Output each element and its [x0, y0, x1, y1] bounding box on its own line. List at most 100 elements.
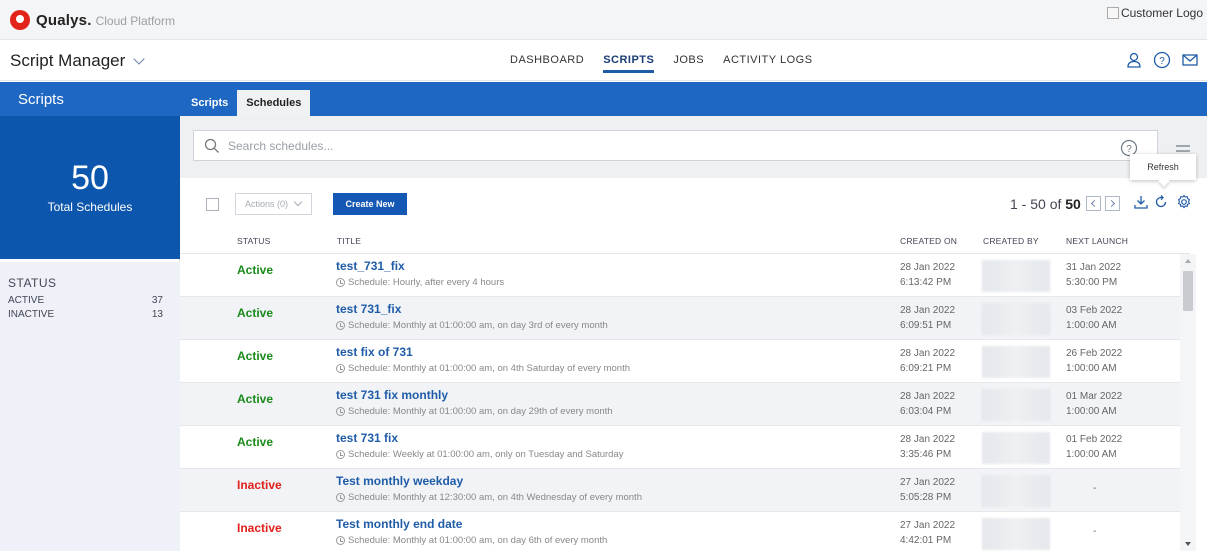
schedule-title-link[interactable]: Test monthly weekday	[336, 474, 463, 488]
module-navbar: Script Manager DASHBOARD SCRIPTS JOBS AC…	[0, 41, 1207, 81]
next-launch-date: 01 Feb 2022	[1066, 434, 1123, 445]
clock-icon	[336, 536, 345, 545]
created-on: 28 Jan 2022 6:13:42 PM	[900, 260, 955, 290]
next-launch: 01 Mar 2022 1:00:00 AM	[1066, 389, 1122, 419]
next-launch-date: -	[1093, 483, 1097, 494]
schedule-title-link[interactable]: Test monthly end date	[336, 517, 462, 531]
table-row[interactable]: Inactive Test monthly weekday Schedule: Mo…	[180, 469, 1180, 512]
created-time: 6:13:42 PM	[900, 277, 952, 288]
created-date: 28 Jan 2022	[900, 348, 956, 359]
created-by-redacted	[982, 475, 1050, 507]
created-date: 27 Jan 2022	[900, 520, 956, 531]
table-scrollbar[interactable]	[1180, 254, 1196, 551]
prev-page-button[interactable]	[1086, 196, 1101, 211]
schedule-text: Schedule: Monthly at 01:00:00 am, on 4th…	[348, 363, 631, 374]
total-schedules-card: 50 Total Schedules	[0, 116, 180, 259]
search-box	[193, 130, 1158, 161]
column-header-status[interactable]: STATUS	[237, 236, 270, 246]
download-icon[interactable]	[1133, 194, 1149, 210]
next-page-button[interactable]	[1105, 196, 1120, 211]
chevron-down-icon	[133, 52, 145, 65]
created-date: 28 Jan 2022	[900, 391, 956, 402]
app-name: Script Manager	[10, 51, 126, 70]
column-header-created-by[interactable]: CREATED BY	[983, 236, 1039, 246]
total-count: 50	[71, 159, 109, 197]
schedule-table-body: Active test_731_fix Schedule: Hourly, afte…	[180, 254, 1180, 551]
user-icon[interactable]	[1125, 51, 1143, 69]
broken-image-icon	[1106, 7, 1119, 19]
refresh-icon[interactable]	[1153, 194, 1169, 210]
actions-dropdown[interactable]: Actions (0)	[235, 193, 312, 215]
status-filter-label: INACTIVE	[8, 309, 55, 320]
select-all-checkbox[interactable]	[206, 198, 219, 211]
created-on: 27 Jan 2022 5:05:28 PM	[900, 475, 955, 505]
schedule-title-link[interactable]: test 731_fix	[336, 302, 401, 316]
created-on: 27 Jan 2022 4:42:01 PM	[900, 518, 955, 548]
next-launch-date: 31 Jan 2022	[1066, 262, 1122, 273]
main-content: ? Actions (0) Create New 1 - 50 of 50	[180, 116, 1207, 551]
table-row[interactable]: Active test 731 fix Schedule: Weekly at 01…	[180, 426, 1180, 469]
column-header-created-on[interactable]: CREATED ON	[900, 236, 957, 246]
created-by-redacted	[982, 303, 1050, 335]
table-row[interactable]: Inactive Test monthly end date Schedule: M…	[180, 512, 1180, 551]
next-launch-time: 1:00:00 AM	[1066, 320, 1117, 331]
created-time: 4:42:01 PM	[900, 535, 952, 546]
pager-range: 1 - 50 of	[1010, 196, 1062, 212]
mail-icon[interactable]	[1181, 51, 1199, 69]
search-input[interactable]	[228, 136, 928, 156]
tab-scripts[interactable]: Scripts	[182, 90, 237, 116]
table-row[interactable]: Active test 731_fix Schedule: Monthly at 0…	[180, 297, 1180, 340]
column-header-title[interactable]: TITLE	[337, 236, 361, 246]
next-launch-time: 1:00:00 AM	[1066, 363, 1117, 374]
status-filter-count: 37	[151, 295, 163, 306]
next-launch: 31 Jan 2022 5:30:00 PM	[1066, 260, 1121, 290]
nav-dashboard[interactable]: DASHBOARD	[510, 54, 584, 72]
next-launch-date: 01 Mar 2022	[1066, 391, 1123, 402]
scroll-down-arrow-icon[interactable]	[1185, 542, 1191, 546]
schedule-text: Schedule: Monthly at 01:00:00 am, on day…	[348, 406, 613, 417]
app-switcher[interactable]: Script Manager	[10, 51, 145, 71]
settings-gear-icon[interactable]	[1176, 194, 1192, 210]
nav-scripts[interactable]: SCRIPTS	[603, 54, 655, 73]
clock-icon	[336, 493, 345, 502]
column-header-next-launch[interactable]: NEXT LAUNCH	[1066, 236, 1128, 246]
customer-logo-alt: Customer Logo	[1120, 6, 1203, 20]
nav-jobs[interactable]: JOBS	[673, 54, 704, 72]
help-icon[interactable]: ?	[1153, 51, 1171, 69]
schedule-title-link[interactable]: test fix of 731	[336, 345, 413, 359]
schedule-title-link[interactable]: test 731 fix monthly	[336, 388, 448, 402]
tab-schedules[interactable]: Schedules	[237, 90, 311, 116]
status-filter-active[interactable]: ACTIVE 37	[8, 294, 163, 308]
chevron-down-icon	[293, 197, 303, 207]
created-time: 6:03:04 PM	[900, 406, 952, 417]
create-new-button[interactable]: Create New	[333, 193, 407, 215]
clock-icon	[336, 407, 345, 416]
qualys-logo[interactable]: Qualys. Cloud Platform	[10, 10, 175, 30]
schedule-text: Schedule: Weekly at 01:00:00 am, only on…	[348, 449, 624, 460]
status-heading: STATUS	[8, 276, 57, 290]
created-on: 28 Jan 2022 3:35:46 PM	[900, 432, 955, 462]
section-header: Scripts Scripts Schedules	[0, 82, 1207, 116]
schedule-description: Schedule: Monthly at 01:00:00 am, on day…	[336, 320, 608, 331]
schedule-title-link[interactable]: test_731_fix	[336, 259, 405, 273]
scroll-thumb[interactable]	[1183, 271, 1193, 311]
schedule-description: Schedule: Monthly at 01:00:00 am, on day…	[336, 406, 613, 417]
nav-icons: ?	[1125, 51, 1199, 69]
schedule-title-link[interactable]: test 731 fix	[336, 431, 398, 445]
schedule-text: Schedule: Hourly, after every 4 hours	[348, 277, 505, 288]
actions-label: Actions (0)	[245, 199, 289, 209]
table-row[interactable]: Active test 731 fix monthly Schedule: Mont…	[180, 383, 1180, 426]
status-filter-inactive[interactable]: INACTIVE 13	[8, 308, 163, 322]
table-row[interactable]: Active test_731_fix Schedule: Hourly, afte…	[180, 254, 1180, 297]
brand-name: Qualys.	[36, 11, 92, 29]
table-row[interactable]: Active test fix of 731 Schedule: Monthly a…	[180, 340, 1180, 383]
nav-activity-logs[interactable]: ACTIVITY LOGS	[723, 54, 812, 72]
created-by-redacted	[982, 518, 1050, 550]
status-badge: Active	[237, 349, 274, 363]
schedule-description: Schedule: Hourly, after every 4 hours	[336, 277, 504, 288]
schedule-text: Schedule: Monthly at 01:00:00 am, on day…	[348, 535, 608, 546]
scroll-up-arrow-icon[interactable]	[1185, 259, 1191, 263]
status-badge: Inactive	[237, 521, 282, 535]
created-on: 28 Jan 2022 6:09:51 PM	[900, 303, 955, 333]
next-launch-time: 1:00:00 AM	[1066, 406, 1117, 417]
